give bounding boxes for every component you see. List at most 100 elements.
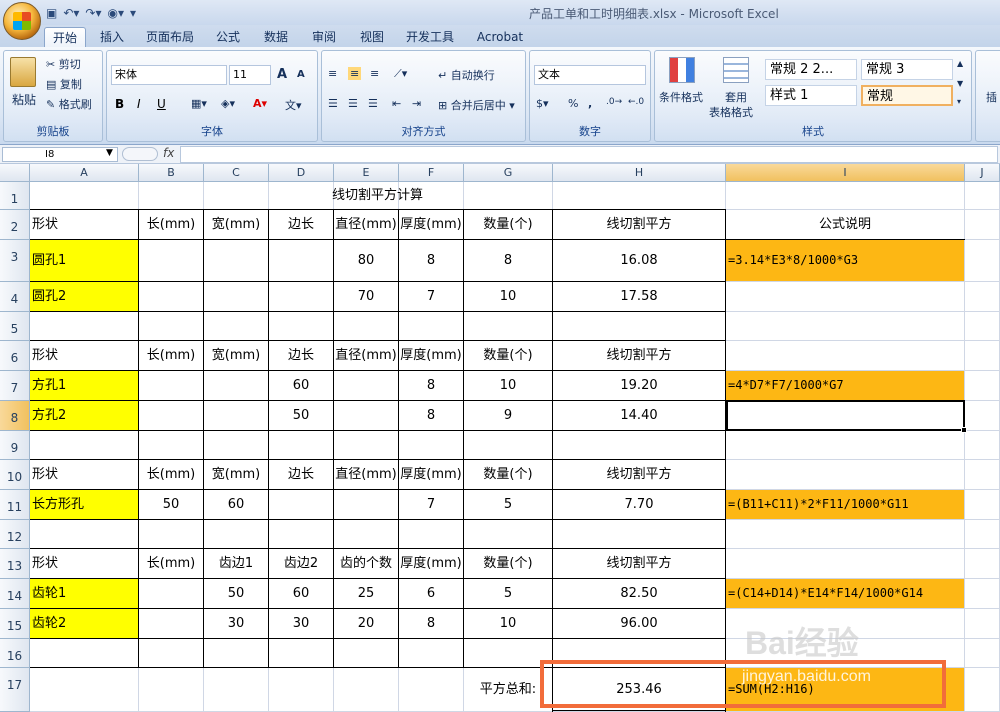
data-cell[interactable]: 10 bbox=[464, 609, 552, 638]
header-cell[interactable]: 线切割平方 bbox=[553, 460, 725, 489]
data-cell[interactable] bbox=[204, 401, 268, 430]
format-table-button[interactable]: 套用 bbox=[725, 89, 747, 105]
header-cell[interactable]: 齿边2 bbox=[269, 549, 333, 578]
header-cell[interactable]: 宽(mm) bbox=[204, 460, 268, 489]
style-1[interactable]: 样式 1 bbox=[765, 85, 857, 106]
align-bottom-icon[interactable]: ≡ bbox=[370, 67, 379, 80]
data-cell[interactable] bbox=[334, 371, 398, 400]
row-header-14[interactable]: 14 bbox=[0, 579, 30, 609]
header-cell[interactable]: 长(mm) bbox=[139, 460, 203, 489]
data-cell[interactable]: 8 bbox=[399, 371, 463, 400]
header-cell[interactable]: 边长 bbox=[269, 210, 333, 239]
font-name-select[interactable]: 宋体 bbox=[111, 65, 227, 85]
data-cell[interactable]: 10 bbox=[464, 282, 552, 311]
selected-cell-i8[interactable] bbox=[726, 400, 965, 431]
sheet-title[interactable]: 线切割平方计算 bbox=[30, 182, 725, 209]
data-cell[interactable]: 8 bbox=[464, 240, 552, 281]
italic-button[interactable]: I bbox=[137, 97, 141, 111]
data-cell[interactable] bbox=[269, 282, 333, 311]
data-cell[interactable]: 方孔1 bbox=[30, 371, 138, 400]
row-header-11[interactable]: 11 bbox=[0, 490, 30, 520]
phonetic-icon[interactable]: 文▾ bbox=[285, 97, 302, 113]
row-header-15[interactable]: 15 bbox=[0, 609, 30, 639]
align-top-icon[interactable]: ≡ bbox=[328, 67, 337, 80]
data-cell[interactable]: 60 bbox=[269, 371, 333, 400]
row-header-13[interactable]: 13 bbox=[0, 549, 30, 579]
office-button[interactable] bbox=[3, 2, 41, 40]
column-header-a[interactable]: A bbox=[30, 164, 139, 182]
data-cell[interactable]: 25 bbox=[334, 579, 398, 608]
undo-icon[interactable]: ↶▾ bbox=[63, 6, 79, 20]
header-cell[interactable]: 直径(mm) bbox=[334, 460, 398, 489]
styles-scroll-down-icon[interactable]: ▼ bbox=[957, 79, 963, 88]
tab-acrobat[interactable]: Acrobat bbox=[470, 27, 530, 47]
decrease-indent-icon[interactable]: ⇤ bbox=[392, 97, 401, 110]
percent-button[interactable]: % bbox=[568, 97, 578, 110]
align-right-icon[interactable]: ☰ bbox=[368, 97, 378, 110]
tab-view[interactable]: 视图 bbox=[354, 27, 390, 47]
tab-formulas[interactable]: 公式 bbox=[210, 27, 246, 47]
insert-cells-button[interactable]: 插 bbox=[986, 89, 997, 105]
header-cell[interactable]: 数量(个) bbox=[464, 460, 552, 489]
header-cell[interactable]: 数量(个) bbox=[464, 210, 552, 239]
decrease-decimal-icon[interactable]: ←.0 bbox=[628, 97, 644, 107]
header-cell[interactable]: 线切割平方 bbox=[553, 341, 725, 370]
header-cell[interactable]: 边长 bbox=[269, 460, 333, 489]
data-cell[interactable]: 圆孔2 bbox=[30, 282, 138, 311]
styles-scroll-up-icon[interactable]: ▲ bbox=[957, 59, 963, 68]
data-cell[interactable] bbox=[334, 490, 398, 519]
header-cell[interactable]: 形状 bbox=[30, 549, 138, 578]
tab-data[interactable]: 数据 bbox=[258, 27, 294, 47]
data-cell[interactable]: 8 bbox=[399, 609, 463, 638]
header-cell[interactable]: 形状 bbox=[30, 210, 138, 239]
align-left-icon[interactable]: ☰ bbox=[328, 97, 338, 110]
font-color-icon[interactable]: A▾ bbox=[253, 97, 267, 110]
data-cell[interactable] bbox=[139, 401, 203, 430]
row-header-3[interactable]: 3 bbox=[0, 240, 30, 282]
formula-text-cell[interactable]: =(B11+C11)*2*F11/1000*G11 bbox=[726, 490, 964, 519]
data-cell[interactable] bbox=[139, 371, 203, 400]
data-cell[interactable]: 5 bbox=[464, 579, 552, 608]
row-header-2[interactable]: 2 bbox=[0, 210, 30, 240]
select-all-corner[interactable] bbox=[0, 164, 30, 182]
header-cell[interactable]: 边长 bbox=[269, 341, 333, 370]
redo-icon[interactable]: ↷▾ bbox=[85, 6, 101, 20]
data-cell[interactable]: 9 bbox=[464, 401, 552, 430]
increase-decimal-icon[interactable]: .0→ bbox=[606, 97, 622, 107]
data-cell[interactable]: 82.50 bbox=[553, 579, 725, 608]
row-header-4[interactable]: 4 bbox=[0, 282, 30, 312]
formula-explanation-header[interactable]: 公式说明 bbox=[726, 210, 964, 239]
data-cell[interactable] bbox=[204, 282, 268, 311]
header-cell[interactable]: 数量(个) bbox=[464, 549, 552, 578]
data-cell[interactable]: 30 bbox=[204, 609, 268, 638]
data-cell[interactable] bbox=[139, 579, 203, 608]
style-normal-3[interactable]: 常规 3 bbox=[861, 59, 953, 80]
bold-button[interactable]: B bbox=[115, 97, 124, 111]
cut-button[interactable]: ✂ 剪切 bbox=[46, 56, 81, 72]
header-cell[interactable]: 宽(mm) bbox=[204, 341, 268, 370]
tab-review[interactable]: 审阅 bbox=[306, 27, 342, 47]
data-cell[interactable] bbox=[139, 609, 203, 638]
tab-page-layout[interactable]: 页面布局 bbox=[140, 27, 200, 47]
header-cell[interactable]: 厚度(mm) bbox=[399, 549, 463, 578]
column-header-b[interactable]: B bbox=[139, 164, 204, 182]
data-cell[interactable]: 8 bbox=[399, 240, 463, 281]
data-cell[interactable]: 16.08 bbox=[553, 240, 725, 281]
conditional-format-button[interactable]: 条件格式 bbox=[659, 89, 703, 105]
orientation-icon[interactable]: ⟋▾ bbox=[394, 67, 407, 81]
formula-text-cell[interactable]: =3.14*E3*8/1000*G3 bbox=[726, 240, 964, 281]
header-cell[interactable]: 长(mm) bbox=[139, 549, 203, 578]
column-header-f[interactable]: F bbox=[399, 164, 464, 182]
merge-center-button[interactable]: ⊞ 合并后居中 ▾ bbox=[438, 97, 515, 113]
data-cell[interactable]: 长方形孔 bbox=[30, 490, 138, 519]
data-cell[interactable]: 30 bbox=[269, 609, 333, 638]
paste-icon[interactable] bbox=[10, 57, 36, 87]
shrink-font-button[interactable]: A bbox=[297, 69, 305, 80]
conditional-format-icon[interactable] bbox=[669, 57, 695, 83]
header-cell[interactable]: 线切割平方 bbox=[553, 210, 725, 239]
insert-function-button[interactable]: fx bbox=[163, 146, 174, 160]
paste-button[interactable]: 粘贴 bbox=[12, 91, 36, 108]
data-cell[interactable]: 7.70 bbox=[553, 490, 725, 519]
data-cell[interactable]: 19.20 bbox=[553, 371, 725, 400]
increase-indent-icon[interactable]: ⇥ bbox=[412, 97, 421, 110]
